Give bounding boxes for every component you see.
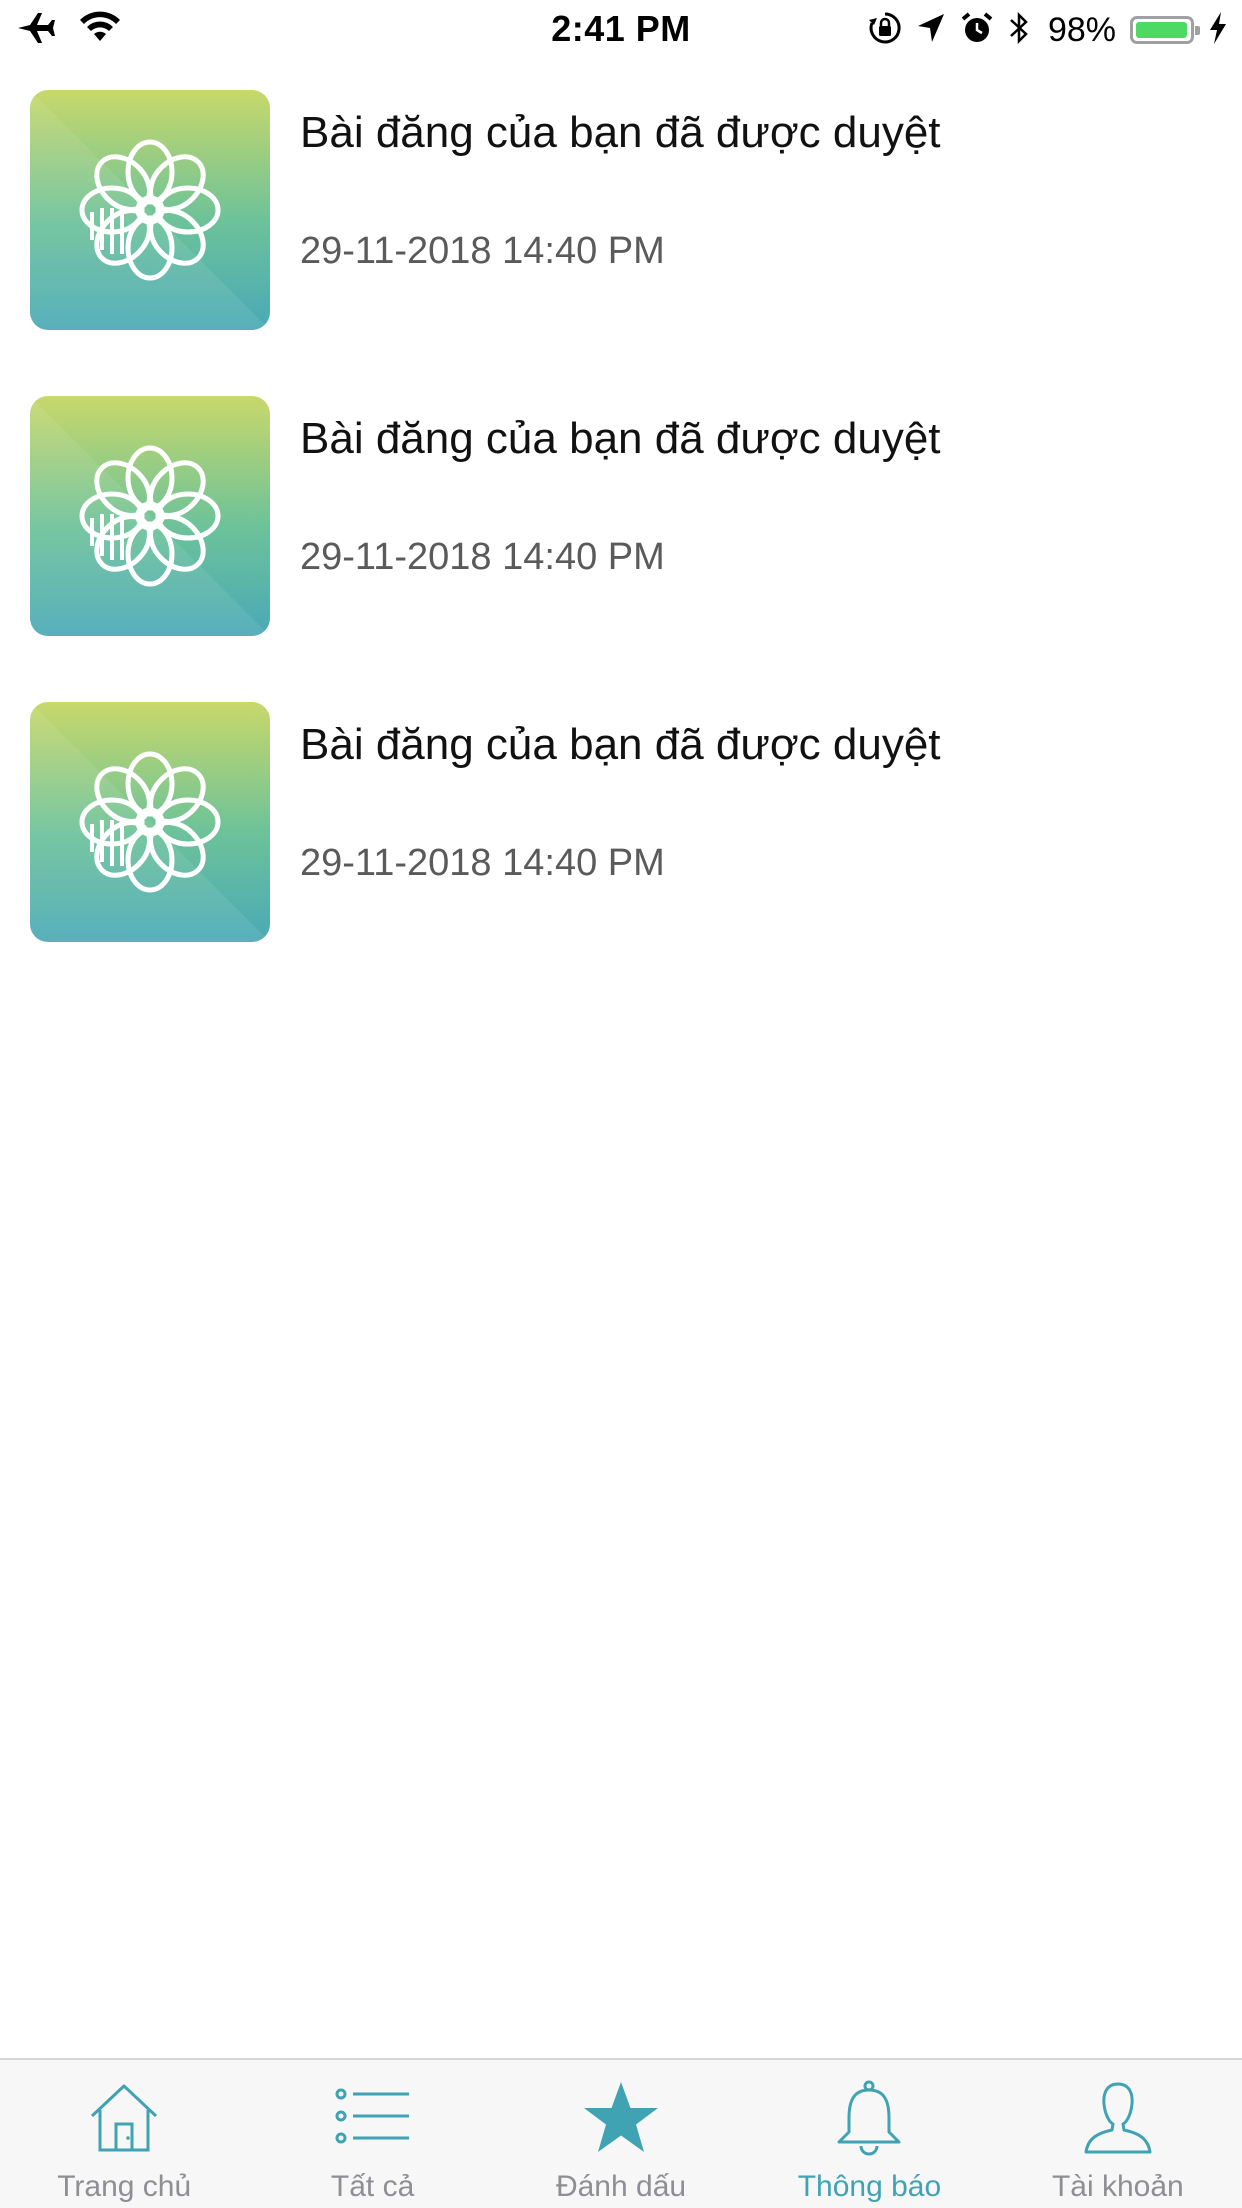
tab-bar: Trang chủ Tất cả Đánh dấu Thông báo Tài … bbox=[0, 2058, 1242, 2208]
bluetooth-icon bbox=[1008, 10, 1030, 51]
tab-account[interactable]: Tài khoản bbox=[994, 2060, 1242, 2208]
location-arrow-icon bbox=[916, 12, 946, 49]
flower-icon bbox=[30, 396, 270, 636]
tab-all[interactable]: Tất cả bbox=[248, 2060, 496, 2208]
battery-percent: 98% bbox=[1047, 10, 1116, 49]
tab-label: Tài khoản bbox=[1051, 2170, 1184, 2203]
tab-notifications[interactable]: Thông báo bbox=[745, 2060, 993, 2208]
status-bar: 2:41 PM 98% bbox=[0, 0, 1242, 60]
status-right: 98% bbox=[868, 10, 1228, 50]
alarm-icon bbox=[960, 11, 994, 50]
flower-icon bbox=[30, 702, 270, 942]
star-icon bbox=[581, 2078, 661, 2158]
home-icon bbox=[84, 2078, 164, 2158]
tab-home[interactable]: Trang chủ bbox=[0, 2060, 248, 2208]
tab-bookmarks[interactable]: Đánh dấu bbox=[497, 2060, 745, 2208]
notification-title: Bài đăng của bạn đã được duyệt bbox=[300, 108, 941, 157]
tab-label: Tất cả bbox=[330, 2170, 415, 2203]
notification-time: 29-11-2018 14:40 PM bbox=[300, 536, 665, 578]
notification-item[interactable]: Bài đăng của bạn đã được duyệt 29-11-201… bbox=[0, 90, 1242, 330]
tab-label: Thông báo bbox=[797, 2170, 942, 2203]
bell-icon bbox=[829, 2078, 909, 2158]
battery-icon bbox=[1130, 16, 1200, 44]
notification-title: Bài đăng của bạn đã được duyệt bbox=[300, 720, 941, 769]
notification-item[interactable]: Bài đăng của bạn đã được duyệt 29-11-201… bbox=[0, 702, 1242, 942]
user-icon bbox=[1078, 2078, 1158, 2158]
orientation-lock-icon bbox=[868, 11, 902, 50]
notification-time: 29-11-2018 14:40 PM bbox=[300, 842, 665, 884]
notification-time: 29-11-2018 14:40 PM bbox=[300, 230, 665, 272]
charging-bolt-icon bbox=[1208, 11, 1228, 50]
flower-icon bbox=[30, 90, 270, 330]
battery-fill bbox=[1136, 22, 1187, 38]
notification-title: Bài đăng của bạn đã được duyệt bbox=[300, 414, 941, 463]
tab-label: Đánh dấu bbox=[555, 2170, 687, 2203]
tab-label: Trang chủ bbox=[57, 2170, 192, 2203]
list-icon bbox=[333, 2078, 413, 2158]
notification-item[interactable]: Bài đăng của bạn đã được duyệt 29-11-201… bbox=[0, 396, 1242, 636]
